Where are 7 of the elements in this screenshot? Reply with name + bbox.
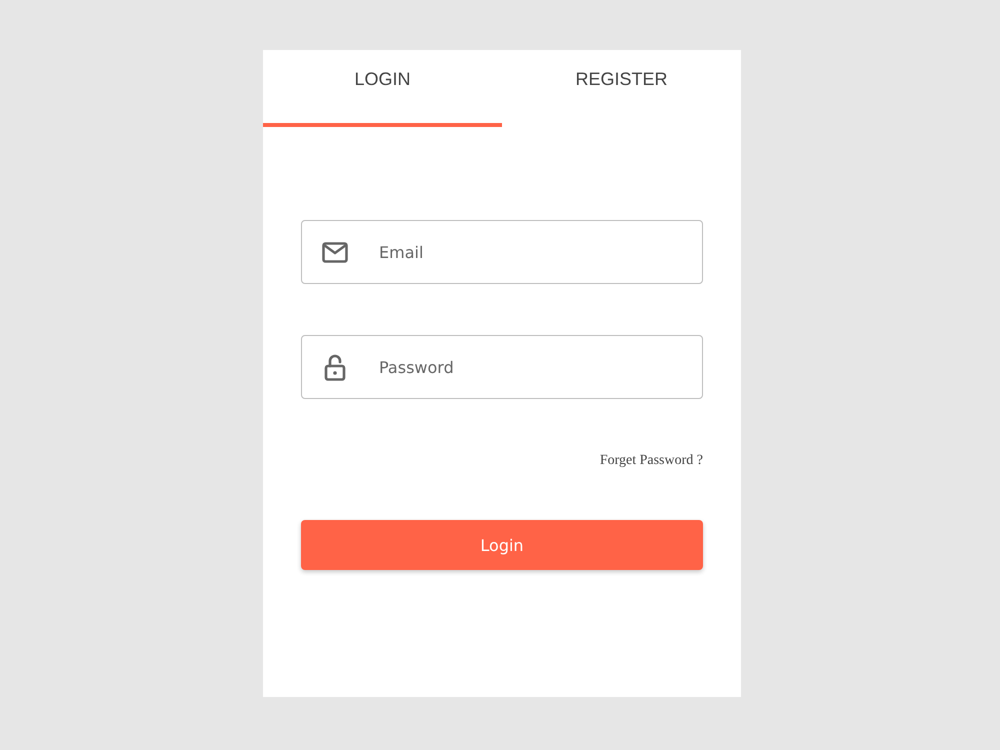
envelope-icon xyxy=(322,242,348,262)
unlocked-padlock-icon xyxy=(324,354,346,380)
tab[interactable]: LOGIN xyxy=(263,50,502,127)
tab[interactable]: REGISTER xyxy=(502,50,741,127)
forgot-password-link[interactable]: Forget Password ? xyxy=(600,452,703,469)
email-field[interactable]: Email xyxy=(301,220,703,284)
password-field[interactable]: Password xyxy=(301,335,703,399)
